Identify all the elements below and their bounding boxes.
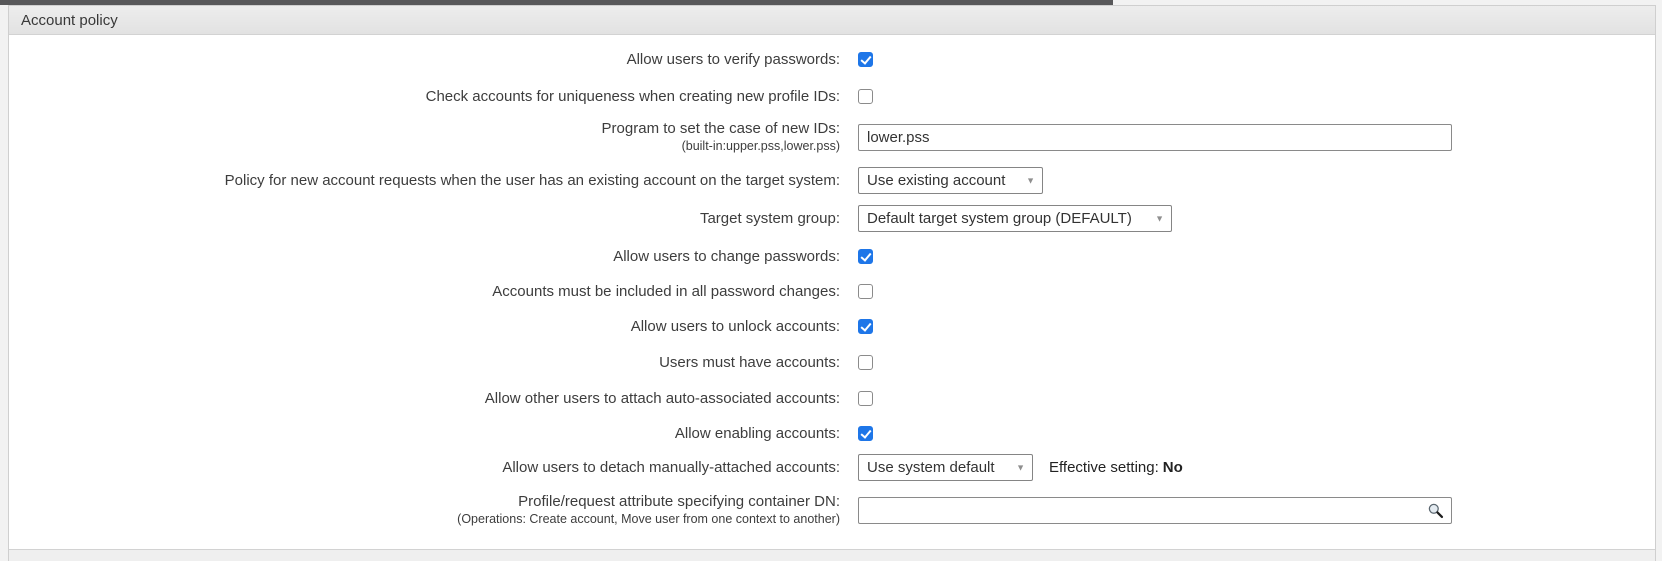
page-title: Account policy bbox=[21, 12, 118, 29]
users-must-have-accounts-checkbox[interactable] bbox=[858, 355, 873, 370]
form-row-enabling-accounts: Allow enabling accounts: bbox=[9, 424, 1655, 443]
chevron-down-icon: ▼ bbox=[1016, 463, 1025, 472]
unlock-accounts-checkbox[interactable] bbox=[858, 319, 873, 334]
form-row-target-system-group: Target system group: Default target syst… bbox=[9, 205, 1655, 232]
search-icon[interactable] bbox=[1427, 502, 1444, 519]
field-label: Allow users to verify passwords: bbox=[9, 50, 840, 69]
form-row-users-must-have-accounts: Users must have accounts: bbox=[9, 353, 1655, 372]
field-label: Target system group: bbox=[9, 209, 840, 228]
field-label: Check accounts for uniqueness when creat… bbox=[9, 87, 840, 106]
section-header: Account policy bbox=[9, 6, 1655, 35]
uniqueness-checkbox[interactable] bbox=[858, 89, 873, 104]
container-dn-search-field bbox=[858, 497, 1452, 524]
existing-account-policy-select[interactable]: Use existing account ▼ bbox=[858, 167, 1043, 194]
form-row-change-passwords: Allow users to change passwords: bbox=[9, 247, 1655, 266]
detach-accounts-select[interactable]: Use system default ▼ bbox=[858, 454, 1033, 481]
account-policy-form: Allow users to verify passwords: Check a… bbox=[9, 35, 1655, 528]
form-row-container-dn: Profile/request attribute specifying con… bbox=[9, 492, 1655, 528]
change-passwords-checkbox[interactable] bbox=[858, 249, 873, 264]
form-row-unlock-accounts: Allow users to unlock accounts: bbox=[9, 317, 1655, 336]
chevron-down-icon: ▼ bbox=[1155, 214, 1164, 223]
target-system-group-select[interactable]: Default target system group (DEFAULT) ▼ bbox=[858, 205, 1172, 232]
field-label: Users must have accounts: bbox=[9, 353, 840, 372]
container-dn-input[interactable] bbox=[858, 497, 1452, 524]
form-row-uniqueness: Check accounts for uniqueness when creat… bbox=[9, 87, 1655, 106]
field-label: Accounts must be included in all passwor… bbox=[9, 282, 840, 301]
selected-option-label: Use system default bbox=[867, 459, 995, 476]
field-label: Allow users to detach manually-attached … bbox=[9, 458, 840, 477]
account-policy-panel: Account policy Allow users to verify pas… bbox=[8, 5, 1656, 561]
effective-setting-text: Effective setting:No bbox=[1049, 459, 1183, 476]
form-row-attach-auto-associated: Allow other users to attach auto-associa… bbox=[9, 389, 1655, 408]
form-row-included-password-changes: Accounts must be included in all passwor… bbox=[9, 282, 1655, 301]
field-label: Profile/request attribute specifying con… bbox=[9, 492, 840, 511]
next-section-divider bbox=[9, 549, 1655, 561]
case-program-input[interactable] bbox=[858, 124, 1452, 151]
field-label: Allow enabling accounts: bbox=[9, 424, 840, 443]
enabling-accounts-checkbox[interactable] bbox=[858, 426, 873, 441]
field-label: Allow users to unlock accounts: bbox=[9, 317, 840, 336]
form-row-verify-passwords: Allow users to verify passwords: bbox=[9, 50, 1655, 69]
field-label: Allow users to change passwords: bbox=[9, 247, 840, 266]
selected-option-label: Default target system group (DEFAULT) bbox=[867, 210, 1132, 227]
field-sublabel: (built-in:upper.pss,lower.pss) bbox=[9, 138, 840, 155]
form-row-detach-accounts: Allow users to detach manually-attached … bbox=[9, 454, 1655, 481]
field-label: Policy for new account requests when the… bbox=[9, 171, 840, 190]
effective-setting-label: Effective setting: bbox=[1049, 459, 1159, 476]
verify-passwords-checkbox[interactable] bbox=[858, 52, 873, 67]
attach-auto-associated-checkbox[interactable] bbox=[858, 391, 873, 406]
form-row-case-program: Program to set the case of new IDs: (bui… bbox=[9, 119, 1655, 155]
field-label: Program to set the case of new IDs: bbox=[9, 119, 840, 138]
effective-setting-value: No bbox=[1163, 459, 1183, 476]
form-row-existing-account-policy: Policy for new account requests when the… bbox=[9, 167, 1655, 194]
field-sublabel: (Operations: Create account, Move user f… bbox=[9, 511, 840, 528]
selected-option-label: Use existing account bbox=[867, 172, 1005, 189]
chevron-down-icon: ▼ bbox=[1026, 176, 1035, 185]
included-password-changes-checkbox[interactable] bbox=[858, 284, 873, 299]
field-label: Allow other users to attach auto-associa… bbox=[9, 389, 840, 408]
